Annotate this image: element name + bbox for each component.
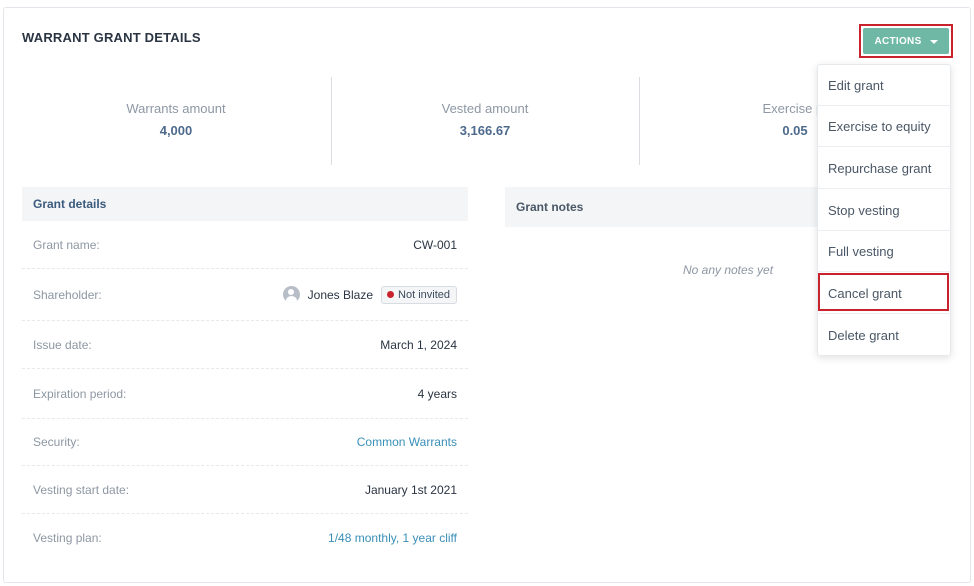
grant-notes-header: Grant notes (505, 187, 820, 227)
menu-item-edit-grant[interactable]: Edit grant (818, 65, 950, 106)
cancel-grant-highlight-box (818, 273, 949, 311)
detail-row-grant-name: Grant name: CW-001 (22, 222, 468, 269)
detail-label: Security: (33, 435, 80, 449)
stat-value: 4,000 (159, 123, 193, 138)
vesting-plan-link[interactable]: 1/48 monthly, 1 year cliff (328, 531, 457, 545)
security-link[interactable]: Common Warrants (357, 435, 457, 449)
menu-item-exercise-to-equity[interactable]: Exercise to equity (818, 106, 950, 147)
stat-value: 3,166.67 (459, 123, 511, 138)
detail-row-vesting-start-date: Vesting start date: January 1st 2021 (22, 466, 468, 514)
detail-row-vesting-plan: Vesting plan: 1/48 monthly, 1 year cliff (22, 514, 468, 561)
user-avatar-icon (282, 286, 300, 303)
menu-item-full-vesting[interactable]: Full vesting (818, 231, 950, 272)
status-badge: Not invited (381, 285, 457, 304)
detail-row-security: Security: Common Warrants (22, 419, 468, 466)
shareholder-value: Jones Blaze Not invited (282, 285, 457, 304)
grant-details-title: Grant details (33, 197, 107, 211)
detail-label: Shareholder: (33, 287, 102, 302)
menu-item-delete-grant[interactable]: Delete grant (818, 315, 950, 356)
stat-divider (331, 77, 332, 165)
menu-item-repurchase-grant[interactable]: Repurchase grant (818, 148, 950, 189)
grant-notes-title: Grant notes (516, 200, 584, 214)
detail-label: Vesting start date: (33, 482, 130, 497)
shareholder-name[interactable]: Jones Blaze (308, 288, 373, 302)
detail-row-issue-date: Issue date: March 1, 2024 (22, 321, 468, 369)
status-dot-icon (387, 291, 395, 298)
status-badge-label: Not invited (398, 288, 450, 301)
stat-label: Warrants amount (126, 101, 226, 116)
stat-warrants-amount: Warrants amount 4,000 (26, 101, 326, 138)
detail-value: March 1, 2024 (380, 337, 457, 352)
menu-item-stop-vesting[interactable]: Stop vesting (818, 190, 950, 231)
detail-label: Issue date: (33, 337, 92, 352)
detail-label: Vesting plan: (33, 530, 102, 545)
page-title: WARRANT GRANT DETAILS (22, 30, 201, 45)
detail-value: January 1st 2021 (364, 482, 457, 497)
actions-dropdown-menu: Edit grant Exercise to equity Repurchase… (817, 64, 951, 356)
grant-details-header: Grant details (22, 187, 468, 221)
stat-divider (639, 77, 640, 165)
stat-vested-amount: Vested amount 3,166.67 (335, 101, 635, 138)
chevron-down-icon (929, 39, 938, 44)
detail-row-shareholder: Shareholder: Jones Blaze Not invited (22, 269, 468, 321)
detail-value: CW-001 (413, 238, 457, 252)
detail-label: Grant name: (33, 238, 100, 252)
detail-value: 4 years (417, 386, 457, 401)
detail-label: Expiration period: (33, 386, 127, 401)
stat-label: Vested amount (441, 101, 529, 116)
detail-row-expiration-period: Expiration period: 4 years (22, 369, 468, 419)
actions-button[interactable]: ACTIONS (863, 28, 949, 54)
actions-button-label: ACTIONS (874, 35, 922, 47)
